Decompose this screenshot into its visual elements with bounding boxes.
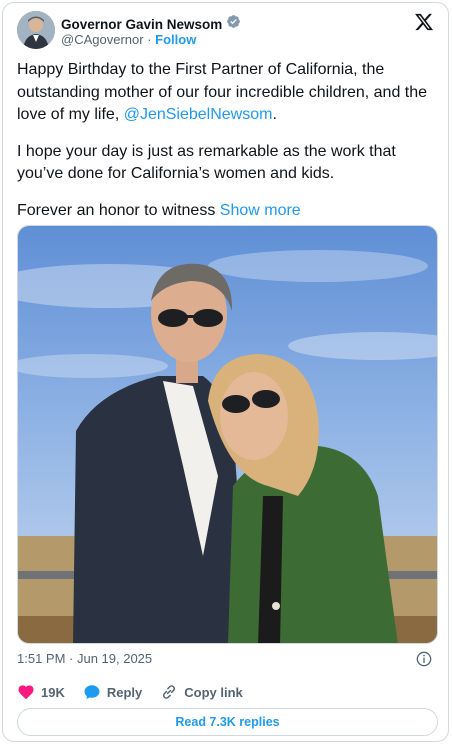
- author-name-row: Governor Gavin Newsom: [61, 14, 241, 34]
- heart-icon: [18, 685, 34, 700]
- read-replies-button[interactable]: Read 7.3K replies: [17, 708, 438, 736]
- link-icon: [163, 685, 176, 699]
- verified-badge-icon: [226, 14, 241, 34]
- author-handle[interactable]: @CAgovernor: [61, 32, 144, 47]
- author-avatar[interactable]: [17, 11, 55, 49]
- reply-label: Reply: [106, 684, 143, 700]
- mention-link[interactable]: @JenSiebelNewsom: [124, 106, 273, 123]
- author-name[interactable]: Governor Gavin Newsom: [61, 17, 222, 32]
- reply-bubble-icon: [84, 685, 100, 700]
- like-count: 19K: [41, 684, 65, 700]
- tweet-text: Happy Birthday to the First Partner of C…: [17, 59, 437, 236]
- tweet-paragraph-2: I hope your day is just as remarkable as…: [17, 142, 396, 183]
- tweet-actions: 19K Reply Copy link: [17, 682, 434, 702]
- tweet-header: Governor Gavin Newsom @CAgovernor · Foll…: [17, 11, 434, 53]
- info-icon[interactable]: [416, 651, 432, 667]
- tweet-paragraph-1: Happy Birthday to the First Partner of C…: [17, 59, 437, 127]
- reply-button[interactable]: Reply: [83, 683, 142, 701]
- handle-separator: ·: [147, 32, 152, 47]
- copy-link-label: Copy link: [184, 684, 243, 700]
- like-button[interactable]: 19K: [17, 683, 65, 701]
- author-handle-row: @CAgovernor · Follow: [61, 32, 196, 47]
- tweet-paragraph-3: Forever an honor to witness Show more: [17, 200, 437, 223]
- tweet-paragraph-1-end: .: [272, 106, 277, 123]
- tweet-photo[interactable]: [17, 225, 438, 644]
- copy-link-button[interactable]: Copy link: [160, 683, 243, 701]
- tweet-timestamp[interactable]: 1:51 PM · Jun 19, 2025: [17, 651, 152, 666]
- follow-button[interactable]: Follow: [155, 32, 196, 47]
- show-more-link[interactable]: Show more: [220, 202, 301, 219]
- tweet-paragraph-3-text: Forever an honor to witness: [17, 201, 220, 219]
- x-logo-icon[interactable]: [414, 12, 434, 32]
- tweet-card: Governor Gavin Newsom @CAgovernor · Foll…: [2, 2, 449, 742]
